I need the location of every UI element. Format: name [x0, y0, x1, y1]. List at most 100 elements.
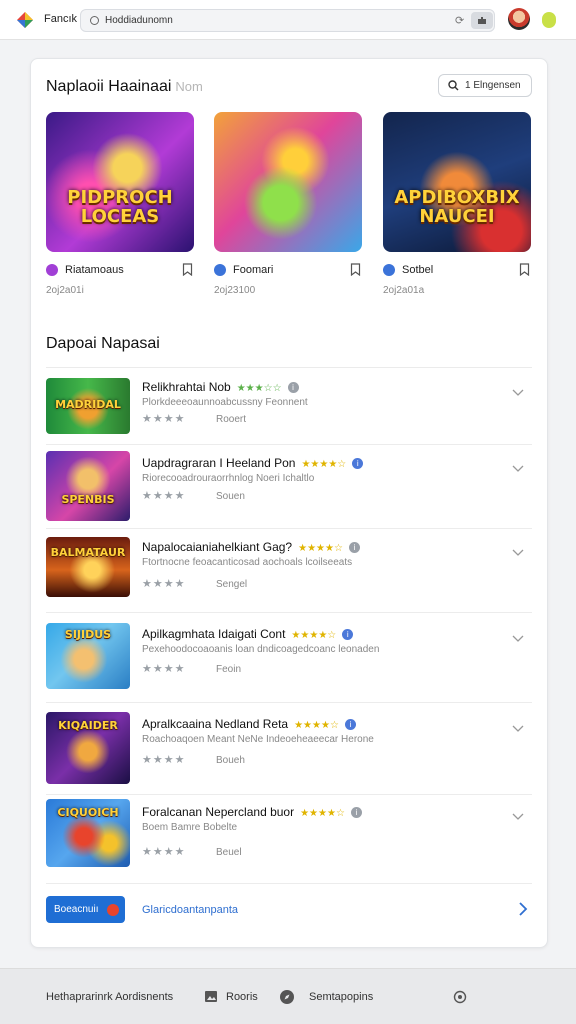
category-dot	[383, 264, 395, 276]
notification-badge[interactable]	[542, 12, 556, 28]
list-thumbnail-title: SPENBIS	[61, 493, 115, 506]
featured-card[interactable]: APDIBOXBIX NAUCEI Sotbel 2oj2a01a	[383, 112, 531, 296]
list-item-title-line: Apilkagmhata Idaigati Cont ★★★★☆ i	[142, 627, 354, 641]
list-item[interactable]: BALMATAUR Napalocaianiahelkiant Gag? ★★★★…	[46, 529, 532, 613]
list-item-title: Apralkcaaina Nedland Reta	[142, 717, 289, 731]
list-item-count: Boueh	[216, 755, 245, 766]
list-item-rating: ★★★★	[142, 663, 186, 675]
app-name: Fancık	[44, 13, 78, 25]
app-logo-icon[interactable]	[14, 9, 36, 31]
list-item-description: Roachoaqoen Meant NeNe Indeoeheaeecar He…	[142, 734, 374, 745]
top-bar: Fancık Hoddiadunomn ⟳	[0, 0, 576, 40]
address-text[interactable]: Hoddiadunomn	[105, 15, 173, 26]
list-item-description: Plorkdeeeoaunnoabcussny Feonnent	[142, 397, 308, 408]
bottom-nav-right[interactable]: Semtapopins	[309, 991, 373, 1003]
rating-stars: ★★★☆☆	[236, 383, 282, 394]
divider	[46, 367, 532, 368]
list-item-count: Sengel	[216, 579, 248, 590]
list-thumbnail-title: BALMATAUR	[50, 546, 126, 559]
list-item-rating: ★★★★	[142, 846, 186, 858]
bookmark-icon[interactable]	[350, 263, 361, 276]
featured-name: Riatamoaus	[65, 264, 124, 276]
info-icon[interactable]: i	[287, 382, 299, 393]
cta-label: Boeacnuiı	[54, 904, 99, 915]
featured-thumbnail[interactable]	[214, 112, 362, 252]
category-dot	[46, 264, 58, 276]
list-item-title-line: Relikhrahtai Nob ★★★☆☆ i	[142, 380, 299, 394]
compass-icon[interactable]	[279, 989, 295, 1005]
bottom-nav-middle[interactable]: Rooris	[226, 991, 258, 1003]
featured-thumbnail-title: APDIBOXBIX NAUCEI	[394, 187, 520, 227]
see-more-link[interactable]: Glaricdoantanpanta	[142, 904, 238, 916]
featured-name: Foomari	[233, 264, 274, 276]
list-item[interactable]: CIQUOICH Foralcanan Nepercland buor ★★★★☆…	[46, 795, 532, 883]
featured-thumbnail-title: PIDPROCH LOCEAS	[67, 187, 173, 227]
chevron-down-icon[interactable]	[512, 549, 524, 557]
chevron-down-icon[interactable]	[512, 389, 524, 397]
featured-title-hint: Nom	[175, 79, 203, 94]
bottom-bar: Hethaprarinrk Aordisnents Rooris Semtapo…	[0, 968, 576, 1024]
featured-card[interactable]: Foomari 2oj23100	[214, 112, 362, 296]
list-item[interactable]: KIQAIDER Apralkcaaina Nedland Reta ★★★★☆ i…	[46, 703, 532, 795]
list-item-thumbnail[interactable]: MADRIDAL	[46, 378, 130, 434]
list-item-rating: ★★★★	[142, 413, 186, 425]
extension-button[interactable]	[471, 12, 493, 29]
chevron-down-icon[interactable]	[512, 635, 524, 643]
featured-title: Naplaoii Haainaai Nom	[46, 78, 203, 96]
chevron-down-icon[interactable]	[512, 813, 524, 821]
rating-stars: ★★★★☆	[301, 459, 347, 470]
list-item-description: Pexehoodocoaoanis loan dndicoagedcoanc l…	[142, 644, 380, 655]
list-item-thumbnail[interactable]: CIQUOICH	[46, 799, 130, 867]
rating-stars: ★★★★☆	[294, 720, 339, 731]
featured-name: Sotbel	[402, 264, 434, 276]
chevron-down-icon[interactable]	[512, 465, 524, 473]
search-button[interactable]: 1 Elngensen	[438, 74, 532, 97]
info-icon[interactable]: i	[344, 719, 356, 730]
list-item[interactable]: SPENBIS Uapdragraran I Heeland Pon ★★★★☆ i…	[46, 445, 532, 529]
image-icon[interactable]	[204, 990, 218, 1003]
reload-icon[interactable]: ⟳	[455, 14, 464, 27]
list-item-thumbnail[interactable]: SPENBIS	[46, 451, 130, 521]
rating-stars: ★★★★☆	[291, 630, 337, 641]
featured-thumbnail[interactable]: PIDPROCH LOCEAS	[46, 112, 194, 252]
puzzle-icon	[478, 17, 486, 24]
list-item-thumbnail[interactable]: KIQAIDER	[46, 712, 130, 784]
list-item-rating: ★★★★	[142, 490, 186, 502]
featured-thumbnail[interactable]: APDIBOXBIX NAUCEI	[383, 112, 531, 252]
bottom-nav-left[interactable]: Hethaprarinrk Aordisnents	[46, 991, 173, 1003]
avatar[interactable]	[508, 8, 530, 30]
settings-icon[interactable]	[452, 989, 468, 1005]
primary-cta-button[interactable]: Boeacnuiı	[46, 896, 125, 923]
info-icon[interactable]: i	[348, 542, 360, 553]
search-button-label: 1 Elngensen	[465, 80, 521, 91]
featured-date: 2oj23100	[214, 285, 256, 296]
list-title: Dapoai Napasai	[46, 335, 160, 352]
bookmark-icon[interactable]	[519, 263, 530, 276]
list-item-description: Boem Bamre Bobelte	[142, 822, 238, 833]
bookmark-icon[interactable]	[182, 263, 193, 276]
list-item-thumbnail[interactable]: BALMATAUR	[46, 537, 130, 597]
list-item-count: Souen	[216, 491, 245, 502]
chevron-right-icon[interactable]	[518, 901, 528, 917]
search-icon	[448, 80, 459, 91]
list-item-title: Napalocaianiahelkiant Gag?	[142, 540, 293, 554]
info-icon[interactable]: i	[350, 807, 362, 818]
list-footer: Boeacnuiı Glaricdoantanpanta	[46, 883, 532, 933]
list-item-title-line: Apralkcaaina Nedland Reta ★★★★☆ i	[142, 717, 356, 731]
category-dot	[214, 264, 226, 276]
featured-date: 2oj2a01a	[383, 285, 425, 296]
list-item-thumbnail[interactable]: SIJIDUS	[46, 623, 130, 689]
list-item-title-line: Napalocaianiahelkiant Gag? ★★★★☆ i	[142, 540, 360, 554]
address-bar[interactable]: Hoddiadunomn ⟳	[80, 9, 495, 32]
main-card: Naplaoii Haainaai Nom 1 Elngensen PIDPROC…	[30, 58, 548, 948]
info-icon[interactable]: i	[342, 629, 354, 640]
site-info-icon[interactable]	[90, 16, 99, 25]
play-arrow-icon	[107, 904, 119, 916]
info-icon[interactable]: i	[352, 458, 364, 469]
featured-card[interactable]: PIDPROCH LOCEAS Riatamoaus 2oj2a01i	[46, 112, 194, 296]
chevron-down-icon[interactable]	[512, 725, 524, 733]
list-item[interactable]: MADRIDAL Relikhrahtai Nob ★★★☆☆ i Plorkdee…	[46, 371, 532, 445]
list-item-title-line: Uapdragraran I Heeland Pon ★★★★☆ i	[142, 456, 364, 470]
list-item[interactable]: SIJIDUS Apilkagmhata Idaigati Cont ★★★★☆ i…	[46, 613, 532, 703]
featured-title-text: Naplaoii Haainaai	[46, 78, 172, 95]
